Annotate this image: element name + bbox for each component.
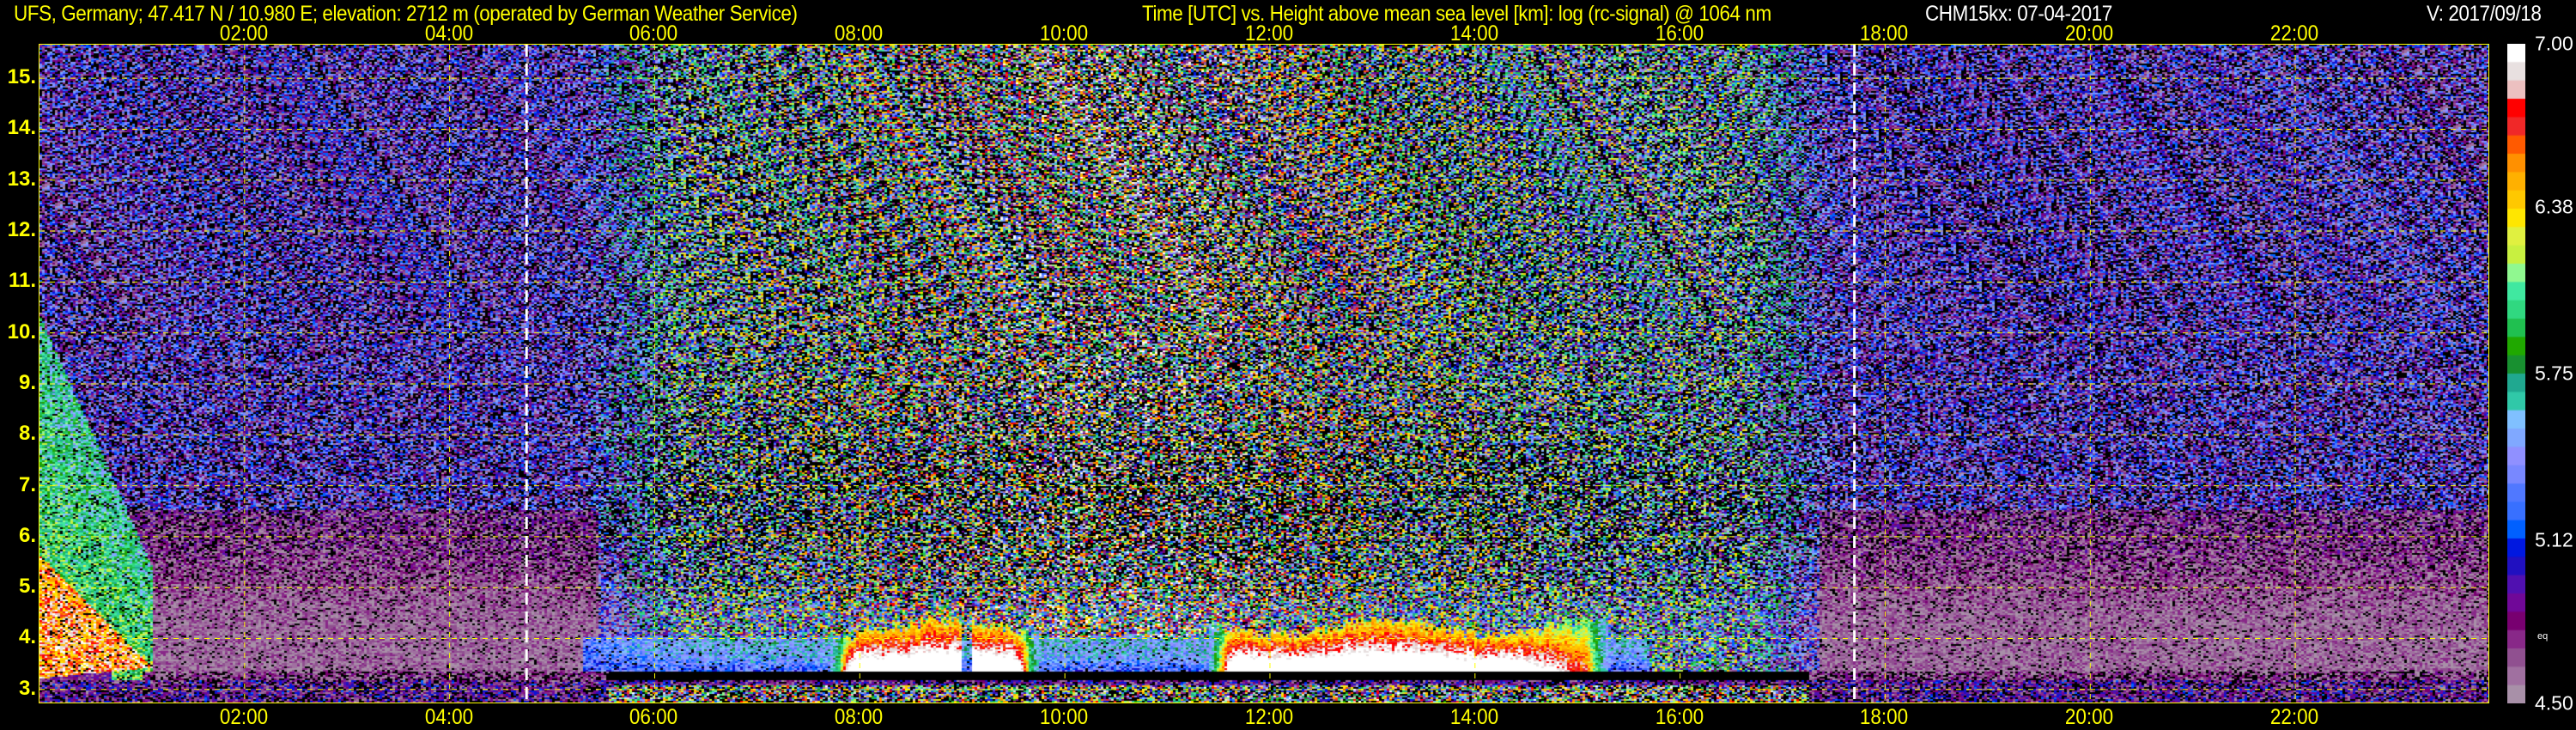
y-tick-label: 10. — [7, 319, 36, 344]
x-tick-label: 06:00 — [629, 705, 678, 729]
x-tick-label: 18:00 — [1860, 705, 1909, 729]
x-tick-label: 16:00 — [1655, 705, 1704, 729]
colorbar-label: 7.00 — [2535, 32, 2573, 55]
y-tick-label: 6. — [18, 523, 36, 547]
x-tick-label: 04:00 — [424, 21, 473, 46]
x-tick-label: 10:00 — [1039, 705, 1089, 729]
x-tick-label: 10:00 — [1039, 21, 1089, 46]
x-tick-label: 22:00 — [2269, 21, 2319, 46]
y-tick-label: 9. — [18, 370, 36, 394]
x-tick-label: 08:00 — [835, 705, 884, 729]
x-tick-label: 20:00 — [2065, 21, 2114, 46]
x-tick-label: 12:00 — [1244, 21, 1294, 46]
x-tick-label: 14:00 — [1449, 705, 1498, 729]
y-tick-label: 3. — [18, 676, 36, 700]
x-tick-label: 18:00 — [1860, 21, 1909, 46]
plot-area — [39, 44, 2489, 703]
colorbar-label: 5.75 — [2535, 362, 2573, 385]
colorbar-label: 4.50 — [2535, 691, 2573, 715]
colorbar — [2507, 44, 2525, 703]
x-tick-label: 06:00 — [629, 21, 678, 46]
y-tick-label: 11. — [8, 269, 36, 293]
x-tick-label: 16:00 — [1655, 21, 1704, 46]
x-tick-label: 22:00 — [2269, 705, 2319, 729]
y-tick-label: 4. — [18, 625, 36, 649]
y-tick-label: 12. — [7, 218, 36, 242]
colorbar-label: 6.38 — [2535, 195, 2573, 218]
colorbar-label: 5.12 — [2535, 528, 2573, 551]
colorbar-unit: eq — [2537, 631, 2549, 642]
y-tick-label: 13. — [7, 167, 36, 191]
y-tick-label: 5. — [18, 575, 36, 599]
x-tick-label: 08:00 — [835, 21, 884, 46]
x-tick-label: 14:00 — [1449, 21, 1498, 46]
y-tick-label: 7. — [18, 472, 36, 496]
y-tick-label: 14. — [7, 116, 36, 140]
x-tick-label: 12:00 — [1244, 705, 1294, 729]
y-tick-label: 15. — [7, 65, 36, 89]
station-info: UFS, Germany; 47.417 N / 10.980 E; eleva… — [14, 2, 798, 26]
x-tick-label: 04:00 — [424, 705, 473, 729]
x-tick-label: 02:00 — [219, 705, 268, 729]
y-tick-label: 8. — [18, 422, 36, 446]
version-label: V: 2017/09/18 — [2427, 2, 2542, 26]
grid-overlay — [39, 45, 2488, 703]
x-tick-label: 02:00 — [219, 21, 268, 46]
x-tick-label: 20:00 — [2065, 705, 2114, 729]
